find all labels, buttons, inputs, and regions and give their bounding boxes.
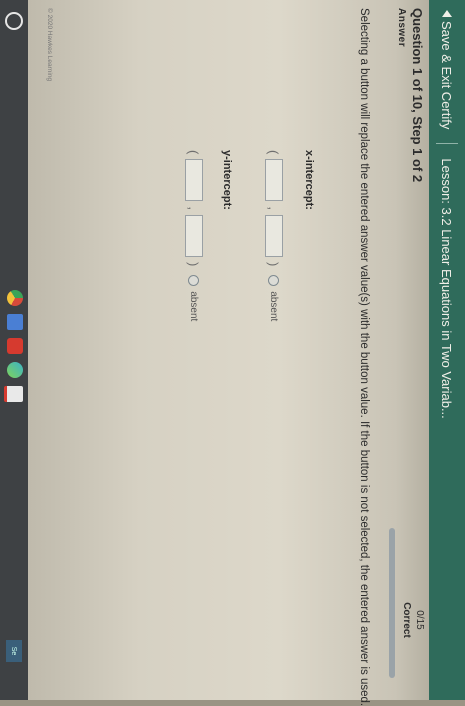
open-paren: (	[266, 150, 282, 155]
divider	[436, 143, 458, 145]
score-value: 0/15	[414, 610, 425, 630]
open-paren: (	[186, 150, 202, 155]
y-intercept-x-input[interactable]	[185, 159, 203, 202]
lesson-title: Lesson: 3.2 Linear Equations in Two Vari…	[439, 158, 455, 419]
close-paren: )	[266, 261, 282, 267]
play-store-icon[interactable]	[7, 362, 23, 378]
screen: Save & Exit Certify Lesson: 3.2 Linear E…	[0, 0, 465, 706]
copyright: © 2020 Hawkes Learning	[46, 8, 53, 82]
close-paren: )	[186, 261, 202, 267]
chrome-icon[interactable]	[7, 290, 23, 306]
question-title: Question 1 of 10, Step 1 of 2	[410, 8, 425, 183]
x-intercept-y-input[interactable]	[265, 214, 283, 257]
y-absent-radio[interactable]	[188, 275, 200, 287]
x-absent-radio[interactable]	[268, 275, 280, 287]
page: Save & Exit Certify Lesson: 3.2 Linear E…	[0, 0, 465, 706]
status-tray[interactable]: Se	[6, 640, 22, 662]
save-exit-button[interactable]: Save & Exit Certify	[440, 10, 455, 129]
x-intercept-row: ( , ) absent	[265, 150, 283, 321]
x-intercept-label: x-intercept:	[303, 150, 315, 210]
y-absent-label: absent	[188, 291, 200, 322]
score-status: Correct	[401, 602, 412, 638]
comma: ,	[266, 206, 282, 210]
x-absent-label: absent	[268, 291, 280, 322]
y-intercept-label: y-intercept:	[221, 150, 233, 210]
youtube-icon[interactable]	[7, 338, 23, 354]
gmail-icon[interactable]	[4, 386, 23, 402]
answer-label: Answer	[396, 8, 407, 48]
back-arrow-icon	[442, 10, 452, 17]
taskbar-apps	[4, 290, 23, 402]
comma: ,	[186, 206, 202, 210]
launcher-icon[interactable]	[5, 12, 23, 30]
y-intercept-row: ( , ) absent	[185, 150, 203, 321]
taskbar: Se	[0, 0, 28, 700]
x-intercept-x-input[interactable]	[265, 159, 283, 202]
docs-icon[interactable]	[7, 314, 23, 330]
y-intercept-y-input[interactable]	[185, 214, 203, 257]
score-panel: 0/15 Correct	[401, 590, 425, 650]
top-bar: Save & Exit Certify Lesson: 3.2 Linear E…	[429, 0, 465, 700]
save-exit-label: Save & Exit Certify	[439, 21, 455, 130]
instruction-text: Selecting a button will replace the ente…	[358, 8, 370, 706]
progress-bar	[389, 528, 395, 678]
